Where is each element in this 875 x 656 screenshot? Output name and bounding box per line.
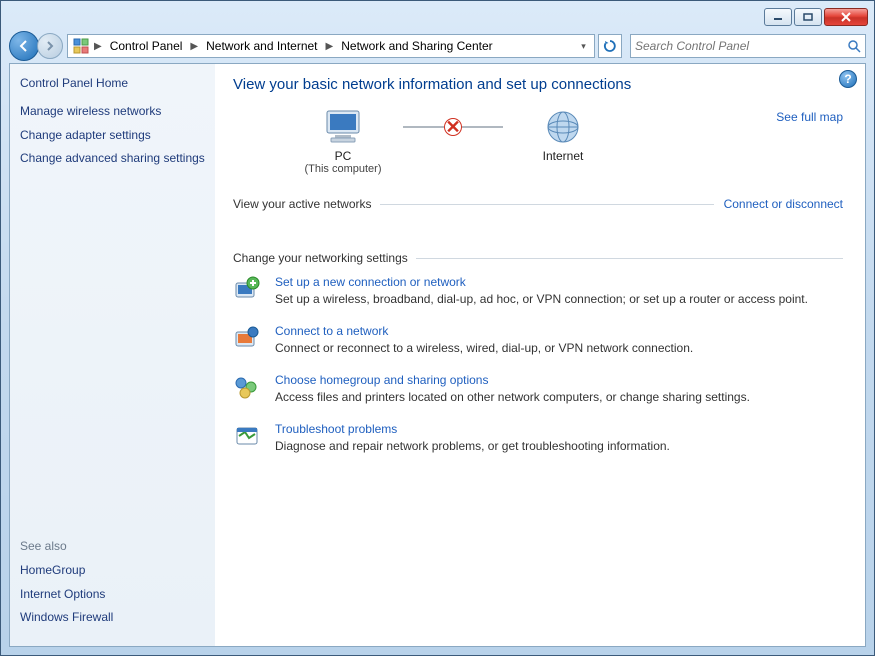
setting-title[interactable]: Choose homegroup and sharing options: [275, 373, 750, 387]
window-controls: [764, 8, 868, 26]
breadcrumb-network-internet[interactable]: Network and Internet: [200, 37, 323, 55]
help-icon[interactable]: ?: [839, 70, 857, 88]
search-box[interactable]: [630, 34, 866, 58]
network-map: PC (This computer) ✕: [283, 107, 843, 175]
setting-title[interactable]: Troubleshoot problems: [275, 422, 670, 436]
sidebar-link-homegroup[interactable]: HomeGroup: [20, 563, 205, 579]
connect-disconnect-link[interactable]: Connect or disconnect: [724, 197, 843, 211]
connection-line: ✕: [403, 107, 503, 147]
body: Control Panel Home Manage wireless netwo…: [9, 63, 866, 647]
setting-desc: Access files and printers located on oth…: [275, 390, 750, 404]
divider: [416, 258, 843, 259]
settings-list: Set up a new connection or network Set u…: [233, 275, 843, 453]
forward-button[interactable]: [37, 33, 63, 59]
chevron-right-icon: ▶: [324, 41, 336, 52]
minimize-button[interactable]: [764, 8, 792, 26]
location-icon: [72, 37, 90, 55]
setting-desc: Set up a wireless, broadband, dial-up, a…: [275, 292, 808, 306]
sidebar-link-firewall[interactable]: Windows Firewall: [20, 610, 205, 626]
navbar: ▶ Control Panel ▶ Network and Internet ▶…: [9, 29, 866, 63]
see-also-section: See also HomeGroup Internet Options Wind…: [20, 539, 205, 634]
setting-connect-network[interactable]: Connect to a network Connect or reconnec…: [233, 324, 843, 355]
connect-network-icon: [233, 324, 261, 352]
setting-desc: Connect or reconnect to a wireless, wire…: [275, 341, 693, 355]
search-input[interactable]: [635, 39, 847, 53]
node-internet-label: Internet: [543, 149, 584, 163]
setting-desc: Diagnose and repair network problems, or…: [275, 439, 670, 453]
sidebar-link-adapter[interactable]: Change adapter settings: [20, 128, 205, 144]
address-bar[interactable]: ▶ Control Panel ▶ Network and Internet ▶…: [67, 34, 595, 58]
back-button[interactable]: [9, 31, 39, 61]
chevron-right-icon: ▶: [92, 41, 104, 52]
sidebar-link-wireless[interactable]: Manage wireless networks: [20, 104, 205, 120]
node-pc-label: PC: [335, 149, 352, 163]
titlebar: [1, 1, 874, 29]
address-dropdown[interactable]: ▾: [574, 41, 592, 52]
active-networks-header: View your active networks Connect or dis…: [233, 197, 843, 211]
divider: [380, 204, 714, 205]
content: ? View your basic network information an…: [215, 64, 865, 646]
sidebar: Control Panel Home Manage wireless netwo…: [10, 64, 215, 646]
settings-header: Change your networking settings: [233, 251, 843, 265]
maximize-button[interactable]: [794, 8, 822, 26]
page-title: View your basic network information and …: [233, 76, 843, 93]
globe-icon: [539, 107, 587, 147]
active-networks-label: View your active networks: [233, 197, 372, 211]
disconnected-icon: ✕: [444, 118, 462, 136]
see-also-label: See also: [20, 539, 205, 553]
sidebar-link-sharing[interactable]: Change advanced sharing settings: [20, 151, 205, 167]
setting-new-connection[interactable]: Set up a new connection or network Set u…: [233, 275, 843, 306]
homegroup-icon: [233, 373, 261, 401]
settings-label: Change your networking settings: [233, 251, 408, 265]
node-internet[interactable]: Internet: [503, 107, 623, 163]
setting-title[interactable]: Set up a new connection or network: [275, 275, 808, 289]
setting-title[interactable]: Connect to a network: [275, 324, 693, 338]
new-connection-icon: [233, 275, 261, 303]
node-this-computer[interactable]: PC (This computer): [283, 107, 403, 175]
refresh-button[interactable]: [598, 34, 622, 58]
search-icon[interactable]: [847, 39, 861, 53]
sidebar-link-internet-options[interactable]: Internet Options: [20, 587, 205, 603]
breadcrumb-control-panel[interactable]: Control Panel: [104, 37, 189, 55]
chevron-right-icon: ▶: [188, 41, 200, 52]
troubleshoot-icon: [233, 422, 261, 450]
window: ▶ Control Panel ▶ Network and Internet ▶…: [0, 0, 875, 656]
setting-homegroup[interactable]: Choose homegroup and sharing options Acc…: [233, 373, 843, 404]
node-pc-sublabel: (This computer): [304, 163, 381, 175]
breadcrumb-network-sharing[interactable]: Network and Sharing Center: [335, 37, 498, 55]
close-button[interactable]: [824, 8, 868, 26]
computer-icon: [319, 107, 367, 147]
control-panel-home-link[interactable]: Control Panel Home: [20, 76, 205, 90]
setting-troubleshoot[interactable]: Troubleshoot problems Diagnose and repai…: [233, 422, 843, 453]
